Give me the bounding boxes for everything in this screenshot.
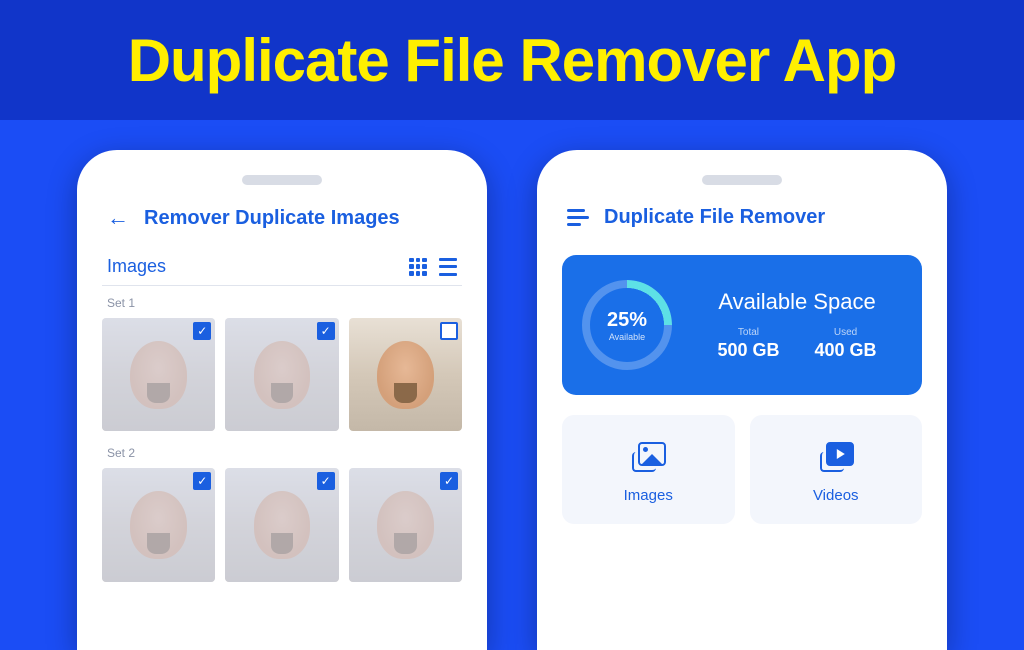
storage-info: Available Space Total 500 GB Used 400 GB [692,289,902,361]
image-thumbnail[interactable]: ✓ [225,468,338,581]
category-label: Videos [813,487,859,504]
percent-available: 25% [607,309,647,332]
set-label: Set 2 [102,446,462,460]
thumb-row: ✓ ✓ ✓ [102,468,462,581]
header-band: Duplicate File Remover App [0,0,1024,120]
storage-stats: Total 500 GB Used 400 GB [692,327,902,361]
phone-screen-1: ← Remover Duplicate Images Images Set 1 … [77,150,487,650]
stat-value: 500 GB [717,340,779,361]
stat-total: Total 500 GB [717,327,779,361]
phone-speaker [242,175,322,185]
set-label: Set 1 [102,296,462,310]
storage-card: 25% Available Available Space Total 500 … [562,255,922,395]
screen-header: Duplicate File Remover [562,205,922,230]
hamburger-menu-icon[interactable] [567,205,589,230]
image-thumbnail[interactable] [349,318,462,431]
back-arrow-icon[interactable]: ← [107,205,129,231]
category-label: Images [624,487,673,504]
screen-title: Duplicate File Remover [604,206,825,229]
videos-icon [820,440,852,472]
images-icon [632,440,664,472]
image-thumbnail[interactable]: ✓ [102,318,215,431]
list-view-icon[interactable] [439,258,457,276]
storage-ring-chart: 25% Available [582,280,672,370]
phone-speaker [702,175,782,185]
app-title: Duplicate File Remover App [128,26,897,95]
phone-screen-2: Duplicate File Remover 25% Available Ava… [537,150,947,650]
percent-label: Available [609,332,645,342]
category-images[interactable]: Images [562,415,735,524]
stat-value: 400 GB [815,340,877,361]
category-grid: Images Videos [562,415,922,524]
section-label: Images [107,256,166,277]
select-checkbox[interactable]: ✓ [193,322,211,340]
grid-view-icon[interactable] [409,258,427,276]
select-checkbox[interactable] [440,322,458,340]
stat-label: Total [717,327,779,338]
section-row: Images [102,256,462,277]
image-thumbnail[interactable]: ✓ [102,468,215,581]
divider [102,285,462,286]
select-checkbox[interactable]: ✓ [440,472,458,490]
view-toggles [409,258,457,276]
category-videos[interactable]: Videos [750,415,923,524]
image-thumbnail[interactable]: ✓ [225,318,338,431]
stat-used: Used 400 GB [815,327,877,361]
image-thumbnail[interactable]: ✓ [349,468,462,581]
select-checkbox[interactable]: ✓ [317,322,335,340]
stat-label: Used [815,327,877,338]
storage-title: Available Space [692,289,902,315]
thumb-row: ✓ ✓ [102,318,462,431]
select-checkbox[interactable]: ✓ [193,472,211,490]
screen-header: ← Remover Duplicate Images [102,205,462,231]
phones-container: ← Remover Duplicate Images Images Set 1 … [0,150,1024,650]
screen-title: Remover Duplicate Images [144,207,400,230]
select-checkbox[interactable]: ✓ [317,472,335,490]
